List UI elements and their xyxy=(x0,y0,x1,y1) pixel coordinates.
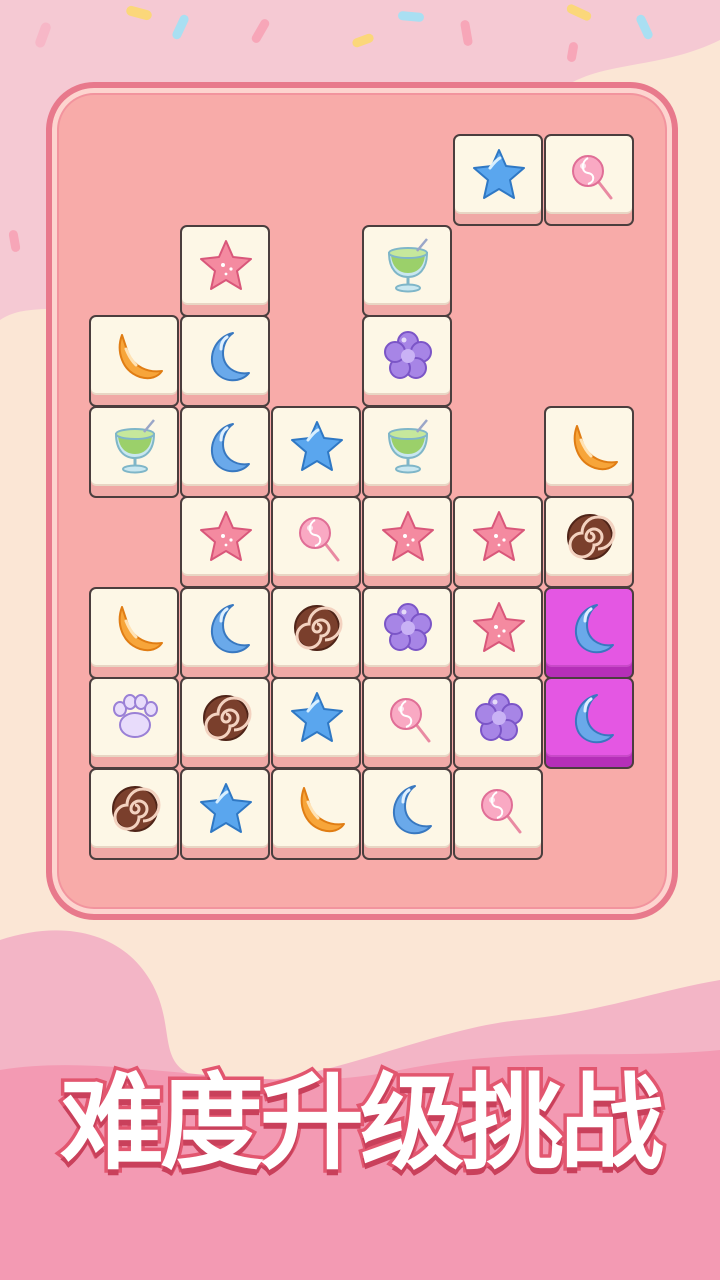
tile[interactable] xyxy=(89,315,179,407)
tile[interactable] xyxy=(271,496,361,588)
tile[interactable] xyxy=(180,586,270,679)
tile[interactable] xyxy=(544,134,634,226)
tile[interactable] xyxy=(544,586,634,679)
moon-blue-icon xyxy=(574,694,614,744)
tile[interactable] xyxy=(362,767,452,860)
tile[interactable] xyxy=(362,315,452,407)
lollipop-icon xyxy=(481,788,522,833)
star-pink-icon xyxy=(200,239,252,290)
tile[interactable] xyxy=(180,496,270,588)
tile[interactable] xyxy=(180,315,270,407)
chocolate-swirl-icon xyxy=(203,695,252,741)
paw-purple-icon xyxy=(113,694,158,738)
moon-blue-icon xyxy=(392,784,432,834)
lollipop-icon xyxy=(572,155,613,200)
green-drink-icon xyxy=(387,237,429,292)
tile[interactable] xyxy=(180,677,270,769)
moon-blue-icon xyxy=(574,603,614,653)
tile[interactable] xyxy=(271,405,361,498)
moon-orange-icon xyxy=(118,334,163,380)
promo-title: 难度升级挑战 xyxy=(56,1059,667,1188)
tile[interactable] xyxy=(180,224,270,317)
tile[interactable] xyxy=(453,677,543,769)
tile[interactable] xyxy=(362,405,452,498)
moon-orange-icon xyxy=(573,424,618,470)
star-blue-icon xyxy=(291,420,343,471)
tile[interactable] xyxy=(180,767,270,860)
tile[interactable] xyxy=(453,586,543,679)
tile[interactable] xyxy=(544,677,634,769)
lollipop-icon xyxy=(390,698,431,743)
tile[interactable] xyxy=(180,405,270,498)
tile[interactable] xyxy=(362,677,452,769)
tile[interactable] xyxy=(453,134,543,226)
lollipop-icon xyxy=(299,517,340,562)
tile[interactable] xyxy=(271,586,361,679)
tile[interactable] xyxy=(544,496,634,588)
flower-purple-icon xyxy=(384,602,432,651)
flower-purple-icon xyxy=(384,331,432,379)
tile[interactable] xyxy=(89,405,179,498)
green-drink-icon xyxy=(114,418,156,473)
star-pink-icon xyxy=(473,511,525,561)
star-blue-icon xyxy=(473,149,525,199)
star-pink-icon xyxy=(200,511,252,561)
tile[interactable] xyxy=(453,496,543,588)
chocolate-swirl-icon xyxy=(567,514,616,560)
star-pink-icon xyxy=(382,511,434,561)
tile[interactable] xyxy=(362,496,452,588)
tile[interactable] xyxy=(453,767,543,860)
tile[interactable] xyxy=(544,405,634,498)
moon-blue-icon xyxy=(210,422,250,472)
tile[interactable] xyxy=(89,586,179,679)
tile[interactable] xyxy=(362,224,452,317)
green-drink-icon xyxy=(387,418,429,473)
chocolate-swirl-icon xyxy=(112,785,161,832)
tile[interactable] xyxy=(362,586,452,679)
tile[interactable] xyxy=(89,767,179,860)
moon-orange-icon xyxy=(118,605,163,651)
tile[interactable] xyxy=(271,767,361,860)
moon-blue-icon xyxy=(210,332,250,382)
star-blue-icon xyxy=(200,782,252,833)
moon-orange-icon xyxy=(300,786,345,832)
tile[interactable] xyxy=(89,677,179,769)
tile[interactable] xyxy=(271,677,361,769)
flower-purple-icon xyxy=(475,693,523,741)
star-blue-icon xyxy=(291,692,343,742)
star-pink-icon xyxy=(473,601,525,652)
moon-blue-icon xyxy=(210,603,250,653)
chocolate-swirl-icon xyxy=(294,604,343,651)
